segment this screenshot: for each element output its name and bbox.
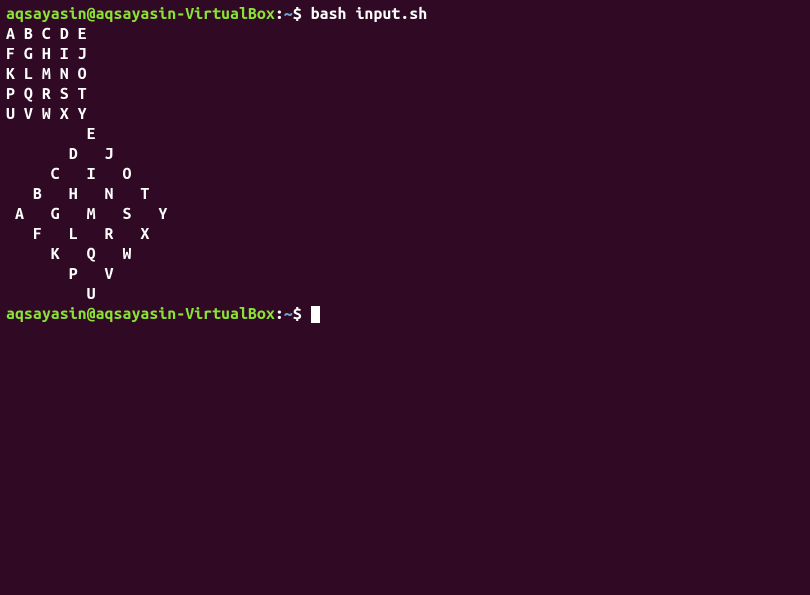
prompt-line-2[interactable]: aqsayasin@aqsayasin-VirtualBox:~$: [6, 304, 804, 324]
command-text: bash input.sh: [311, 5, 427, 23]
output-diamond-row: P V: [6, 264, 804, 284]
prompt-line-1: aqsayasin@aqsayasin-VirtualBox:~$ bash i…: [6, 4, 804, 24]
output-row: U V W X Y: [6, 104, 804, 124]
output-diamond-row: A G M S Y: [6, 204, 804, 224]
output-diamond-row: U: [6, 284, 804, 304]
output-diamond-row: C I O: [6, 164, 804, 184]
output-diamond-row: D J: [6, 144, 804, 164]
prompt-user-host: aqsayasin@aqsayasin-VirtualBox: [6, 305, 275, 323]
output-row: A B C D E: [6, 24, 804, 44]
prompt-path: ~: [284, 305, 293, 323]
output-row: P Q R S T: [6, 84, 804, 104]
cursor-block[interactable]: [311, 306, 320, 323]
output-diamond-row: F L R X: [6, 224, 804, 244]
prompt-path: ~: [284, 5, 293, 23]
output-row: F G H I J: [6, 44, 804, 64]
prompt-dollar: $: [293, 305, 311, 323]
prompt-user-host: aqsayasin@aqsayasin-VirtualBox: [6, 5, 275, 23]
prompt-dollar: $: [293, 5, 311, 23]
prompt-colon: :: [275, 305, 284, 323]
output-diamond-row: E: [6, 124, 804, 144]
output-row: K L M N O: [6, 64, 804, 84]
output-diamond-row: B H N T: [6, 184, 804, 204]
prompt-colon: :: [275, 5, 284, 23]
output-diamond-row: K Q W: [6, 244, 804, 264]
